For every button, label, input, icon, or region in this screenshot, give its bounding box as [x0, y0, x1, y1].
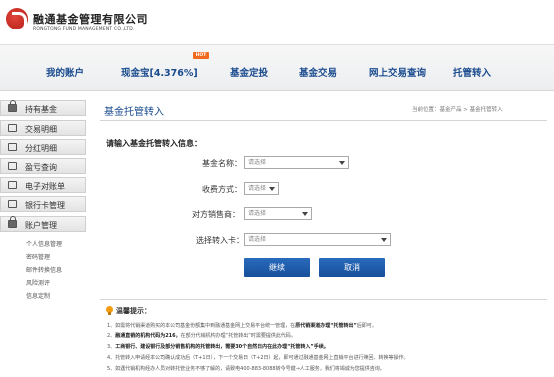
nav-fund-trading[interactable]: 基金交易 — [299, 65, 337, 79]
header: 融通基金管理有限公司 RONGTONG FUND MANAGEMENT CO.,… — [0, 0, 554, 44]
list-icon — [8, 124, 17, 132]
chevron-down-icon — [302, 212, 308, 216]
sidebar-item-transactions[interactable]: 交易明细 — [0, 120, 86, 136]
fee-method-select[interactable]: 请选择 — [244, 182, 279, 195]
transfer-card-label: 选择转入卡： — [196, 236, 244, 245]
fund-name-value: 请选择 — [248, 159, 267, 166]
counterparty-value: 请选择 — [248, 210, 267, 217]
sidebar-item-e-statement[interactable]: 电子对账单 — [0, 177, 86, 193]
chevron-down-icon — [339, 161, 345, 165]
tips-divider — [100, 299, 547, 300]
chevron-down-icon — [381, 238, 387, 242]
title-divider — [100, 120, 547, 121]
sidebar-item-label: 银行卡管理 — [25, 201, 65, 210]
subnav-personal-info[interactable]: 个人信息管理 — [26, 239, 62, 248]
lightbulb-icon — [106, 306, 113, 315]
subnav-password[interactable]: 密码管理 — [26, 252, 50, 261]
bank-card-icon — [8, 200, 17, 208]
tip-line-4: 4、托管转入申请经本公司确认成功后（T+1日），下一个交易日（T+2日）起，即可… — [107, 355, 409, 361]
document-icon — [8, 143, 17, 151]
sidebar-item-holdings[interactable]: 持有基金 — [0, 100, 86, 116]
statement-icon — [8, 181, 17, 189]
hot-badge: HOT — [193, 52, 209, 59]
sidebar: 持有基金 交易明细 分红明细 盈亏查询 电子对账单 银行卡管理 账户管理 个人信… — [0, 97, 90, 377]
transfer-card-select[interactable]: 请选择 — [244, 233, 391, 246]
nav-my-account[interactable]: 我的账户 — [46, 65, 84, 79]
logo-name-en: RONGTONG FUND MANAGEMENT CO.,LTD. — [33, 27, 135, 32]
lock-icon — [8, 216, 17, 228]
nav-cash-treasure[interactable]: 现金宝[4.376%] — [121, 65, 198, 79]
page-title: 基金托管转入 — [104, 107, 164, 118]
subnav-risk-assessment[interactable]: 风险测评 — [26, 278, 50, 287]
tips-title: 温馨提示： — [116, 307, 151, 315]
main-nav: 我的账户 现金宝[4.376%] HOT 基金定投 基金交易 网上交易查询 托管… — [0, 44, 554, 91]
counterparty-label: 对方销售商： — [192, 210, 240, 219]
lock-icon — [8, 100, 17, 112]
fund-name-select[interactable]: 请选择 — [244, 156, 349, 169]
subnav-email-info[interactable]: 邮件转换信息 — [26, 265, 62, 274]
sidebar-item-account-management[interactable]: 账户管理 — [0, 216, 86, 232]
sidebar-item-label: 交易明细 — [25, 125, 57, 134]
nav-fund-fixed-investment[interactable]: 基金定投 — [230, 65, 268, 79]
tip-line-2: 2、融通直销的机构代码为216，在部分代销机构办理“托管转出”时需要提供此代码。 — [107, 333, 296, 339]
tip-line-1: 1、如需将代销渠道购买的本公司基金份额集中到融通基金网上交易平台统一管理，在原代… — [107, 323, 377, 329]
tip-line-3: 3、工商银行、建设银行及部分销售机构的托管转出，需要30个自然日内在此办理“托管… — [107, 344, 329, 350]
transfer-card-value: 请选择 — [248, 236, 267, 243]
fee-method-label: 收费方式： — [202, 185, 242, 194]
sidebar-item-label: 账户管理 — [25, 221, 57, 230]
sidebar-item-dividends[interactable]: 分红明细 — [0, 139, 86, 155]
chevron-down-icon — [269, 187, 275, 191]
cancel-button[interactable]: 取消 — [319, 258, 385, 277]
sidebar-item-profit-loss[interactable]: 盈亏查询 — [0, 158, 86, 174]
fund-name-label: 基金名称： — [202, 159, 242, 168]
tip-line-5: 5、如遇代销机构经办人员对转托管业务不够了解的，请致电400-883-8088转… — [107, 366, 385, 372]
nav-online-trade-query[interactable]: 网上交易查询 — [369, 65, 426, 79]
counterparty-select[interactable]: 请选择 — [244, 207, 312, 220]
sidebar-item-bank-cards[interactable]: 银行卡管理 — [0, 196, 86, 212]
form-title: 请输入基金托管转入信息： — [106, 139, 202, 148]
chart-icon — [8, 162, 17, 170]
sidebar-item-label: 电子对账单 — [25, 182, 65, 191]
logo-name-cn: 融通基金管理有限公司 — [33, 13, 148, 26]
sidebar-item-label: 持有基金 — [25, 105, 57, 114]
company-logo-icon — [6, 8, 28, 32]
subnav-info-subscription[interactable]: 信息定制 — [26, 291, 50, 300]
continue-button[interactable]: 继续 — [244, 258, 310, 277]
fee-method-value: 请选择 — [248, 185, 267, 192]
nav-custody-transfer-in[interactable]: 托管转入 — [453, 65, 491, 79]
sidebar-item-label: 盈亏查询 — [25, 163, 57, 172]
breadcrumb: 当前位置：基金产品 > 基金托管转入 — [412, 107, 503, 113]
sidebar-item-label: 分红明细 — [25, 144, 57, 153]
